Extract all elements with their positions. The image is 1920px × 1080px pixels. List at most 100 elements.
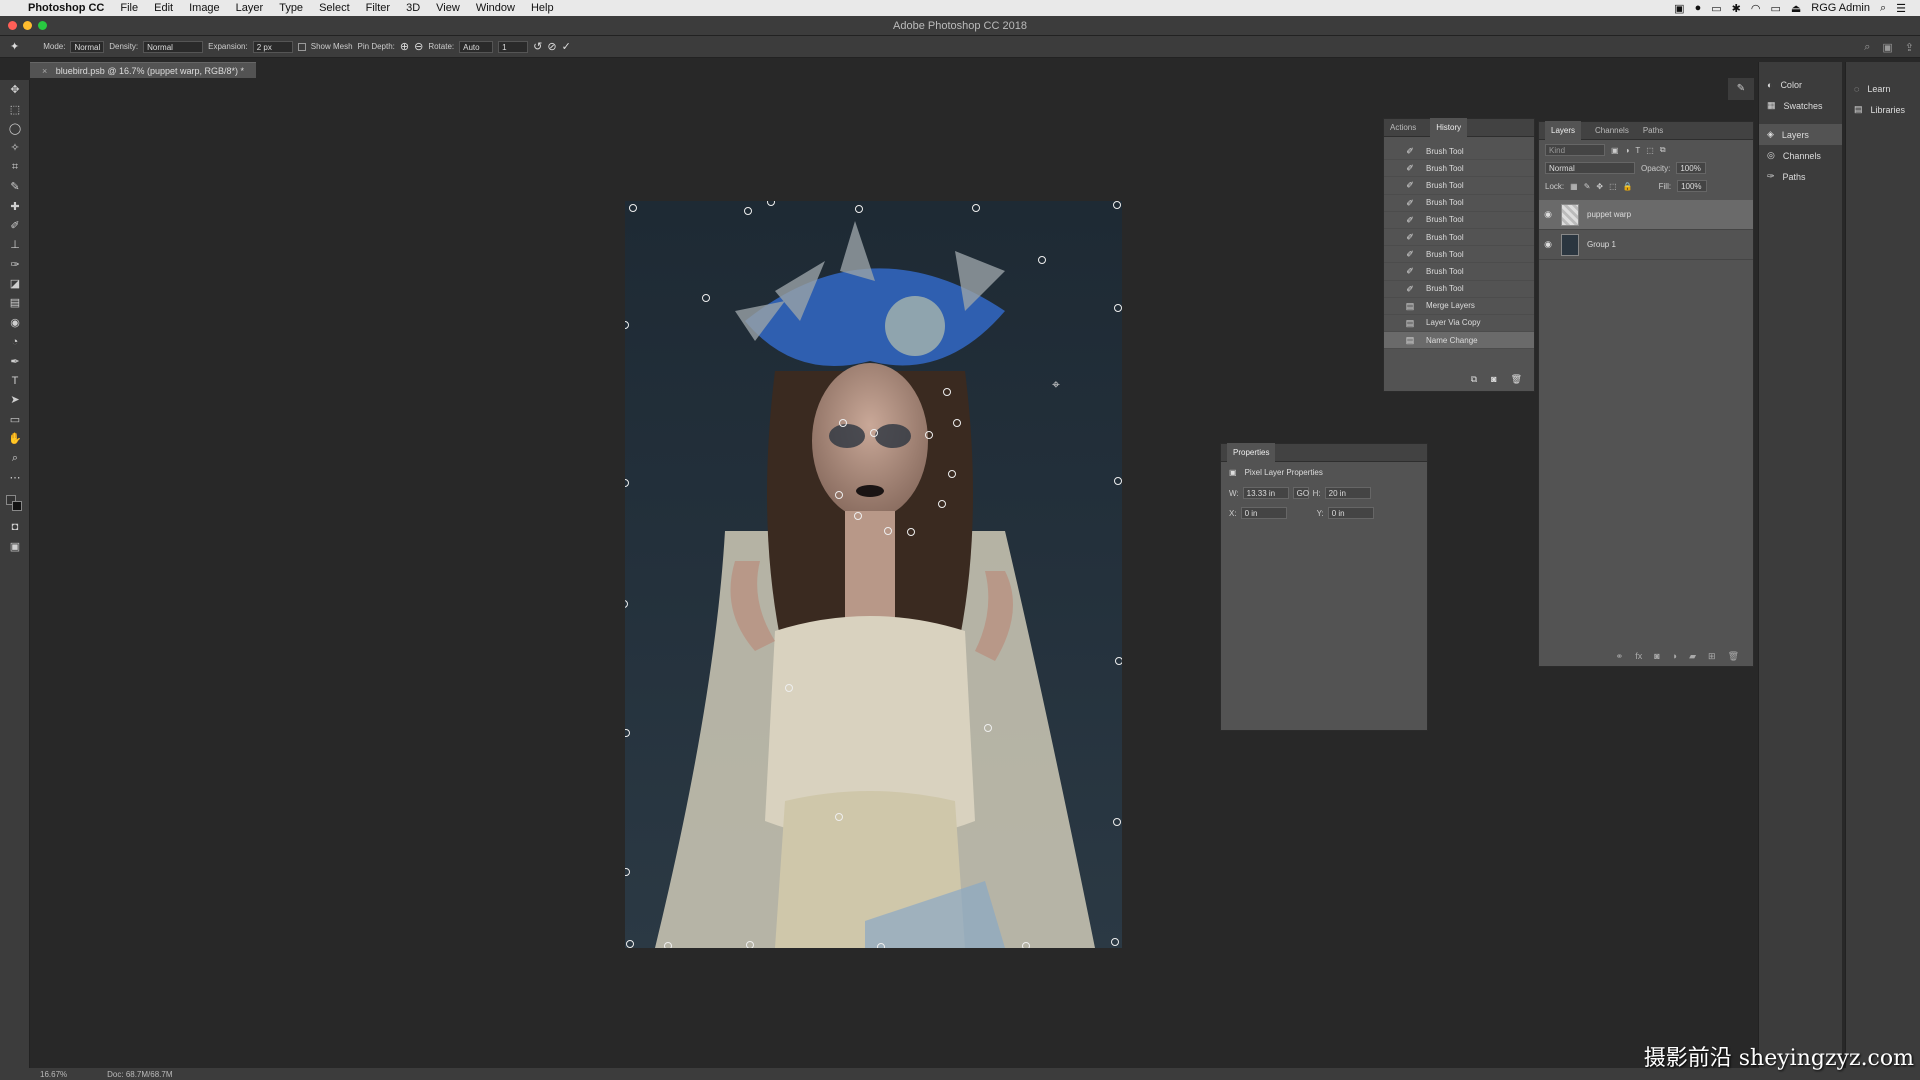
dock-color[interactable]: ◐ Color	[1759, 74, 1842, 95]
layer-row-group-1[interactable]: ◉ Group 1	[1539, 230, 1753, 260]
crop-tool-icon[interactable]: ⌗	[0, 158, 30, 177]
delete-state-icon[interactable]: 🗑	[1511, 374, 1522, 385]
rectangle-tool-icon[interactable]: ▭	[0, 410, 30, 429]
close-tab-icon[interactable]: ×	[42, 66, 47, 76]
dock-learn[interactable]: ◌ Learn	[1846, 78, 1920, 99]
pin-depth-down-icon[interactable]: ⊖	[414, 40, 423, 53]
new-layer-icon[interactable]: ⊞	[1708, 651, 1716, 662]
visibility-eye-icon[interactable]: ◉	[1539, 239, 1557, 250]
opacity-field[interactable]: 100%	[1676, 162, 1707, 174]
width-field[interactable]: 13.33 in	[1242, 487, 1289, 499]
rotate-angle-input[interactable]: 1	[498, 40, 529, 53]
snapshot-camera-icon[interactable]: ◙	[1491, 374, 1496, 385]
menu-filter[interactable]: Filter	[366, 2, 390, 14]
layer-row-puppet-warp[interactable]: ◉ puppet warp	[1539, 200, 1753, 230]
document-canvas-image[interactable]	[625, 201, 1122, 948]
history-state[interactable]: ✐ Brush Tool	[1384, 281, 1534, 298]
warp-pin[interactable]	[744, 207, 752, 215]
clone-stamp-tool-icon[interactable]: ⊥	[0, 235, 30, 254]
warp-pin[interactable]	[1115, 657, 1122, 665]
mode-select[interactable]: Normal	[70, 40, 105, 53]
lock-all-icon[interactable]: 🔒	[1623, 182, 1633, 191]
menu-view[interactable]: View	[436, 2, 460, 14]
warp-pin[interactable]	[854, 512, 862, 520]
adjustment-layer-icon[interactable]: ◑	[1672, 651, 1677, 662]
warp-pin[interactable]	[1038, 256, 1046, 264]
zoom-tool-icon[interactable]: ⌕	[0, 448, 30, 467]
warp-pin[interactable]	[1111, 938, 1119, 946]
lock-transparent-icon[interactable]: ▦	[1570, 182, 1578, 191]
blur-tool-icon[interactable]: ◉	[0, 313, 30, 332]
warp-pin[interactable]	[1114, 477, 1122, 485]
marquee-tool-icon[interactable]: ⬚	[0, 99, 30, 118]
tab-paths[interactable]: Paths	[1643, 126, 1663, 135]
lasso-tool-icon[interactable]: ◯	[0, 119, 30, 138]
dock-swatches[interactable]: ▦ Swatches	[1759, 95, 1842, 116]
layer-style-fx-icon[interactable]: fx	[1635, 651, 1642, 662]
document-tab[interactable]: × bluebird.psb @ 16.7% (puppet warp, RGB…	[30, 62, 257, 78]
spotlight-icon[interactable]: ⌕	[1880, 2, 1886, 15]
blend-mode-select[interactable]: Normal	[1545, 162, 1635, 174]
link-layers-icon[interactable]: ⚭	[1616, 651, 1624, 662]
menu-select[interactable]: Select	[319, 2, 350, 14]
fill-field[interactable]: 100%	[1677, 180, 1708, 192]
menu-image[interactable]: Image	[189, 2, 220, 14]
minimize-window-button[interactable]	[23, 21, 32, 30]
share-icon[interactable]: ⇪	[1905, 41, 1914, 54]
move-tool-icon[interactable]: ✥	[0, 80, 30, 99]
creative-cloud-icon[interactable]: ●	[1695, 2, 1702, 14]
warp-pin[interactable]	[907, 528, 915, 536]
menu-help[interactable]: Help	[531, 2, 554, 14]
background-color-swatch[interactable]	[12, 501, 22, 512]
expansion-input[interactable]: 2 px	[252, 40, 293, 53]
filter-shape-icon[interactable]: ⬚	[1646, 146, 1654, 155]
link-dimensions-button[interactable]: GO	[1292, 487, 1309, 499]
warp-pin[interactable]	[938, 500, 946, 508]
delete-layer-icon[interactable]: 🗑	[1728, 651, 1739, 662]
tab-layers[interactable]: Layers	[1545, 121, 1582, 140]
warp-pin[interactable]	[884, 527, 892, 535]
history-state[interactable]: ✐ Brush Tool	[1384, 177, 1534, 195]
history-state[interactable]: ✐ Brush Tool	[1384, 160, 1534, 178]
history-brush-tool-icon[interactable]: ✑	[0, 255, 30, 274]
cancel-icon[interactable]: ⊘	[547, 40, 556, 53]
history-state[interactable]: ✐ Brush Tool	[1384, 229, 1534, 247]
warp-pin[interactable]	[1114, 304, 1122, 312]
wifi-icon[interactable]: ◠	[1751, 2, 1761, 15]
menu-edit[interactable]: Edit	[154, 2, 173, 14]
warp-pin[interactable]	[835, 813, 843, 821]
history-state[interactable]: ✐ Brush Tool	[1384, 195, 1534, 212]
warp-pin[interactable]	[839, 419, 847, 427]
hand-tool-icon[interactable]: ✋	[0, 429, 30, 448]
history-state[interactable]: ▤ Name Change	[1384, 332, 1534, 350]
warp-pin[interactable]	[785, 684, 793, 692]
warp-pin[interactable]	[984, 724, 992, 732]
warp-pin[interactable]	[870, 429, 878, 437]
warp-pin[interactable]	[626, 940, 634, 948]
filter-pixel-icon[interactable]: ▣	[1611, 146, 1619, 155]
menu-window[interactable]: Window	[476, 2, 515, 14]
bluetooth-icon[interactable]: ✱	[1732, 2, 1741, 15]
history-state[interactable]: ▤ Layer Via Copy	[1384, 315, 1534, 333]
zoom-level[interactable]: 16.67%	[40, 1070, 67, 1079]
warp-pin[interactable]	[972, 204, 980, 212]
dock-paths[interactable]: ✑ Paths	[1759, 166, 1842, 187]
warp-pin[interactable]	[925, 431, 933, 439]
screen-mode-icon[interactable]: ▣	[0, 537, 30, 556]
pen-tool-icon[interactable]: ✒	[0, 351, 30, 370]
lock-artboard-icon[interactable]: ⬚	[1609, 182, 1617, 191]
tab-channels[interactable]: Channels	[1595, 126, 1629, 135]
menu-type[interactable]: Type	[279, 2, 303, 14]
layer-name[interactable]: Group 1	[1587, 240, 1616, 249]
eyedropper-tool-icon[interactable]: ✎	[0, 177, 30, 196]
lock-position-icon[interactable]: ✥	[1596, 182, 1603, 191]
history-state[interactable]: ✐ Brush Tool	[1384, 143, 1534, 161]
workspace-icon[interactable]: ▣	[1882, 41, 1892, 54]
filter-smart-object-icon[interactable]: ⧉	[1660, 145, 1666, 155]
new-document-from-state-icon[interactable]: ⧉	[1471, 374, 1477, 385]
warp-pin[interactable]	[948, 470, 956, 478]
quick-mask-icon[interactable]: ◘	[0, 517, 30, 536]
path-selection-tool-icon[interactable]: ➤	[0, 390, 30, 409]
user-name[interactable]: RGG Admin	[1811, 2, 1870, 14]
dock-layers[interactable]: ◈ Layers	[1759, 124, 1842, 145]
